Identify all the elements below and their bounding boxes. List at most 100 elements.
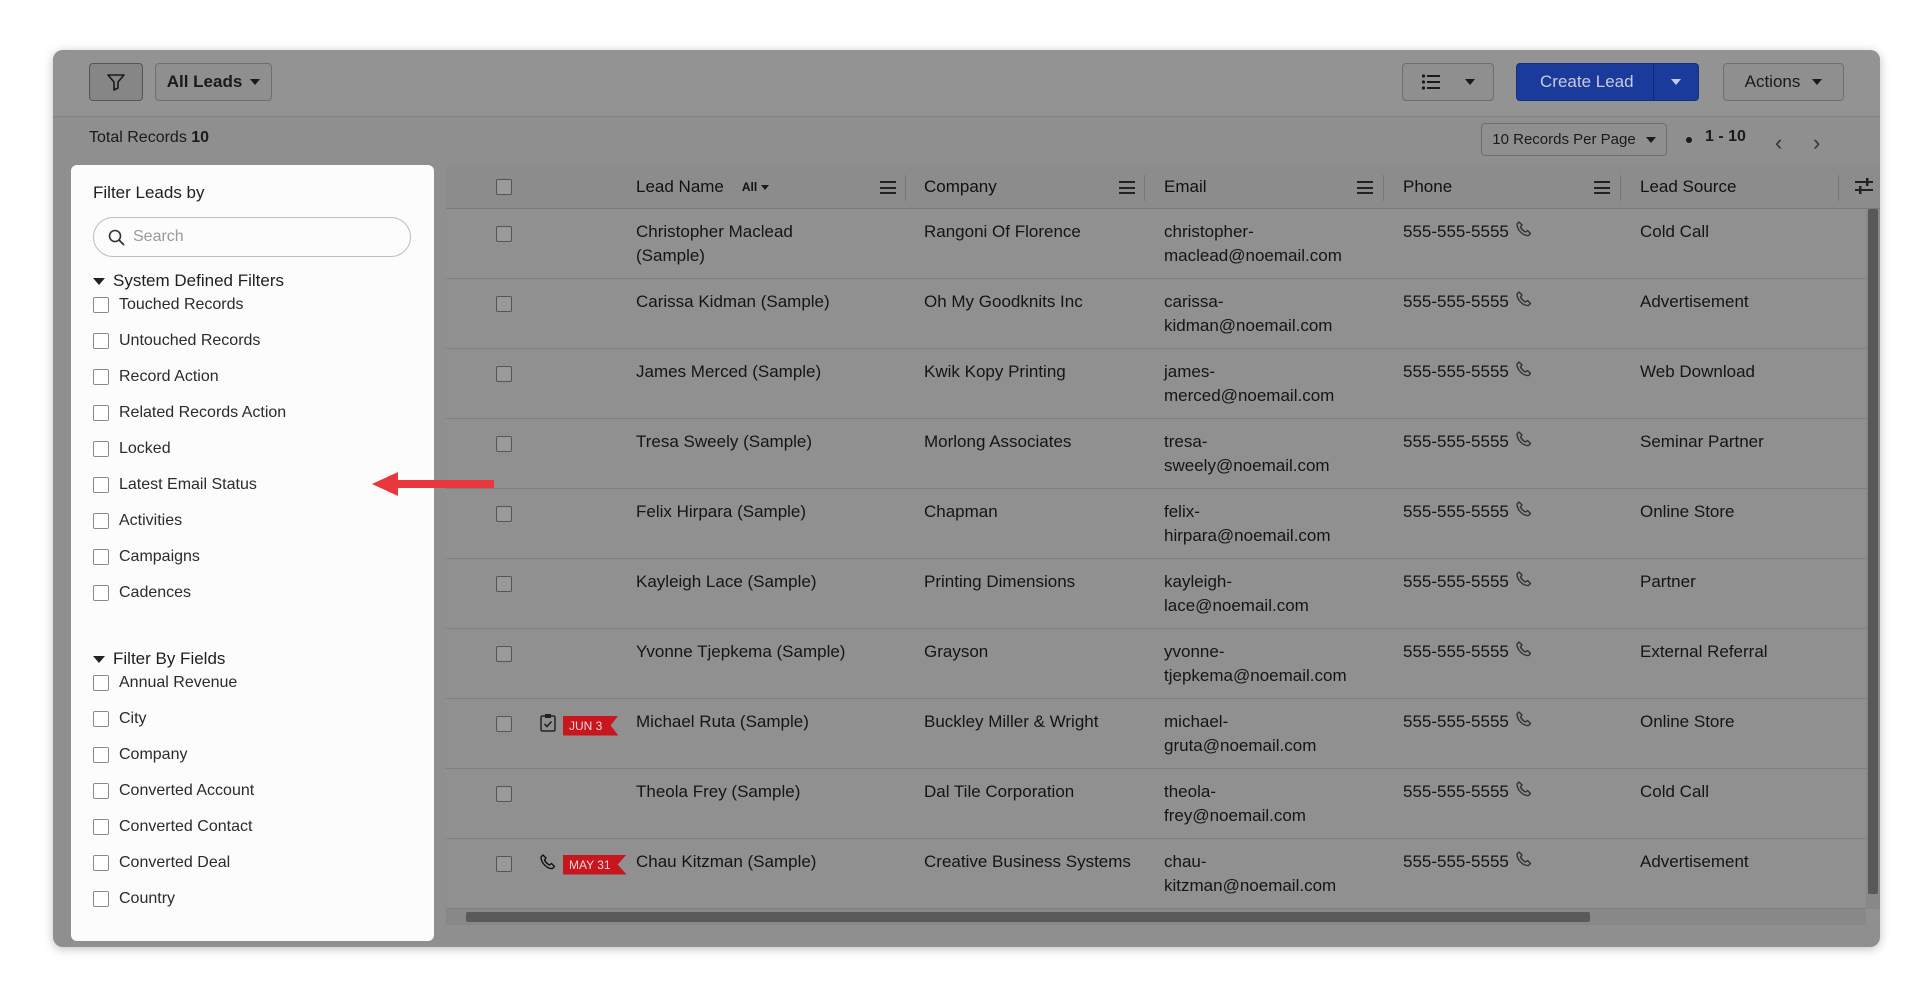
scrollbar-thumb[interactable] [1868, 209, 1878, 894]
filter-option[interactable]: Country [93, 881, 254, 917]
lead-name-link[interactable]: Tresa Sweely (Sample) [636, 430, 812, 454]
filter-checkbox[interactable] [93, 297, 109, 313]
email-link[interactable]: tresa-sweely@noemail.com [1164, 430, 1330, 478]
table-row[interactable]: Tresa Sweely (Sample) Morlong Associates t… [446, 419, 1866, 489]
phone-icon[interactable] [1515, 220, 1533, 245]
filter-option[interactable]: Cadences [93, 575, 286, 611]
lead-name-link[interactable]: Felix Hirpara (Sample) [636, 500, 806, 524]
phone-icon[interactable] [1515, 430, 1533, 455]
filter-option[interactable]: Related Records Action [93, 395, 286, 431]
filter-search-box[interactable] [93, 217, 411, 257]
view-selector-dropdown[interactable]: All Leads [155, 63, 272, 101]
email-link[interactable]: james-merced@noemail.com [1164, 360, 1334, 408]
lead-name-link[interactable]: Theola Frey (Sample) [636, 780, 800, 804]
email-link[interactable]: carissa-kidman@noemail.com [1164, 290, 1332, 338]
email-link[interactable]: kayleigh-lace@noemail.com [1164, 570, 1309, 618]
table-row[interactable]: Kayleigh Lace (Sample) Printing Dimension… [446, 559, 1866, 629]
column-email[interactable]: Email [1164, 165, 1207, 209]
select-all-checkbox[interactable] [496, 179, 512, 195]
table-row[interactable]: James Merced (Sample) Kwik Kopy Printing j… [446, 349, 1866, 419]
email-link[interactable]: yvonne-tjepkema@noemail.com [1164, 640, 1347, 688]
column-menu-icon[interactable] [1119, 181, 1135, 194]
lead-name-link[interactable]: Yvonne Tjepkema (Sample) [636, 640, 845, 664]
phone-icon[interactable] [1515, 640, 1533, 665]
email-link[interactable]: theola-frey@noemail.com [1164, 780, 1306, 828]
row-checkbox[interactable] [496, 856, 512, 872]
horizontal-scrollbar[interactable] [446, 909, 1866, 925]
row-checkbox[interactable] [496, 646, 512, 662]
row-checkbox[interactable] [496, 576, 512, 592]
filter-checkbox[interactable] [93, 819, 109, 835]
next-page-icon[interactable]: › [1813, 132, 1820, 154]
filter-option[interactable]: Activities [93, 503, 286, 539]
filter-checkbox[interactable] [93, 747, 109, 763]
filter-option[interactable]: Converted Contact [93, 809, 254, 845]
actions-dropdown[interactable]: Actions [1723, 63, 1844, 101]
email-link[interactable]: christopher-maclead@noemail.com [1164, 220, 1342, 268]
column-lead-name[interactable]: Lead Name All [636, 165, 770, 209]
filter-option[interactable]: Locked [93, 431, 286, 467]
create-lead-button[interactable]: Create Lead [1516, 63, 1699, 101]
row-checkbox[interactable] [496, 296, 512, 312]
phone-icon[interactable] [1515, 850, 1533, 875]
column-phone[interactable]: Phone [1403, 165, 1452, 209]
lead-name-link[interactable]: Christopher Maclead (Sample) [636, 220, 793, 268]
email-link[interactable]: michael-gruta@noemail.com [1164, 710, 1316, 758]
filter-checkbox[interactable] [93, 513, 109, 529]
filter-checkbox[interactable] [93, 405, 109, 421]
list-view-toggle[interactable] [1402, 63, 1494, 101]
row-checkbox[interactable] [496, 506, 512, 522]
filter-checkbox[interactable] [93, 783, 109, 799]
filter-option[interactable]: Company [93, 737, 254, 773]
lead-name-link[interactable]: Chau Kitzman (Sample) [636, 850, 816, 874]
filter-checkbox[interactable] [93, 333, 109, 349]
lead-name-filter-dropdown[interactable]: All [742, 180, 770, 194]
row-checkbox[interactable] [496, 436, 512, 452]
column-company[interactable]: Company [924, 165, 997, 209]
filter-option[interactable]: Converted Account [93, 773, 254, 809]
filter-checkbox[interactable] [93, 675, 109, 691]
column-menu-icon[interactable] [1357, 181, 1373, 194]
filter-search-input[interactable] [133, 228, 393, 246]
filter-checkbox[interactable] [93, 585, 109, 601]
phone-icon[interactable] [1515, 710, 1533, 735]
phone-icon[interactable] [1515, 360, 1533, 385]
table-row[interactable]: Theola Frey (Sample) Dal Tile Corporation… [446, 769, 1866, 839]
table-row[interactable]: JUN 3 Michael Ruta (Sample) Buckley Miller… [446, 699, 1866, 769]
phone-icon[interactable] [1515, 570, 1533, 595]
row-checkbox[interactable] [496, 786, 512, 802]
scrollbar-thumb[interactable] [466, 912, 1590, 922]
lead-name-link[interactable]: James Merced (Sample) [636, 360, 821, 384]
filter-checkbox[interactable] [93, 477, 109, 493]
phone-icon[interactable] [1515, 290, 1533, 315]
lead-name-link[interactable]: Carissa Kidman (Sample) [636, 290, 830, 314]
filter-option[interactable]: Record Action [93, 359, 286, 395]
column-settings-icon[interactable] [1854, 177, 1874, 195]
table-row[interactable]: Yvonne Tjepkema (Sample) Grayson yvonne-tj… [446, 629, 1866, 699]
lead-name-link[interactable]: Michael Ruta (Sample) [636, 710, 809, 734]
email-link[interactable]: felix-hirpara@noemail.com [1164, 500, 1331, 548]
activity-tag[interactable]: JUN 3 [539, 713, 619, 738]
filter-toggle-button[interactable] [89, 63, 143, 101]
filter-checkbox[interactable] [93, 369, 109, 385]
phone-icon[interactable] [1515, 500, 1533, 525]
table-row[interactable]: Christopher Maclead (Sample) Rangoni Of Fl… [446, 209, 1866, 279]
filter-checkbox[interactable] [93, 549, 109, 565]
filter-option[interactable]: Latest Email Status [93, 467, 286, 503]
table-row[interactable]: Carissa Kidman (Sample) Oh My Goodknits I… [446, 279, 1866, 349]
row-checkbox[interactable] [496, 716, 512, 732]
filter-checkbox[interactable] [93, 441, 109, 457]
previous-page-icon[interactable]: ‹ [1775, 132, 1782, 154]
filter-option[interactable]: Campaigns [93, 539, 286, 575]
table-row[interactable]: Felix Hirpara (Sample) Chapman felix-hirpa… [446, 489, 1866, 559]
column-menu-icon[interactable] [880, 181, 896, 194]
filter-checkbox[interactable] [93, 711, 109, 727]
filter-checkbox[interactable] [93, 855, 109, 871]
row-checkbox[interactable] [496, 226, 512, 242]
column-lead-source[interactable]: Lead Source [1640, 165, 1736, 209]
create-lead-more-button[interactable] [1654, 64, 1698, 100]
column-menu-icon[interactable] [1594, 181, 1610, 194]
records-per-page-select[interactable]: 10 Records Per Page [1481, 123, 1667, 156]
row-checkbox[interactable] [496, 366, 512, 382]
table-row[interactable]: MAY 31 Chau Kitzman (Sample) Creative Busi… [446, 839, 1866, 909]
